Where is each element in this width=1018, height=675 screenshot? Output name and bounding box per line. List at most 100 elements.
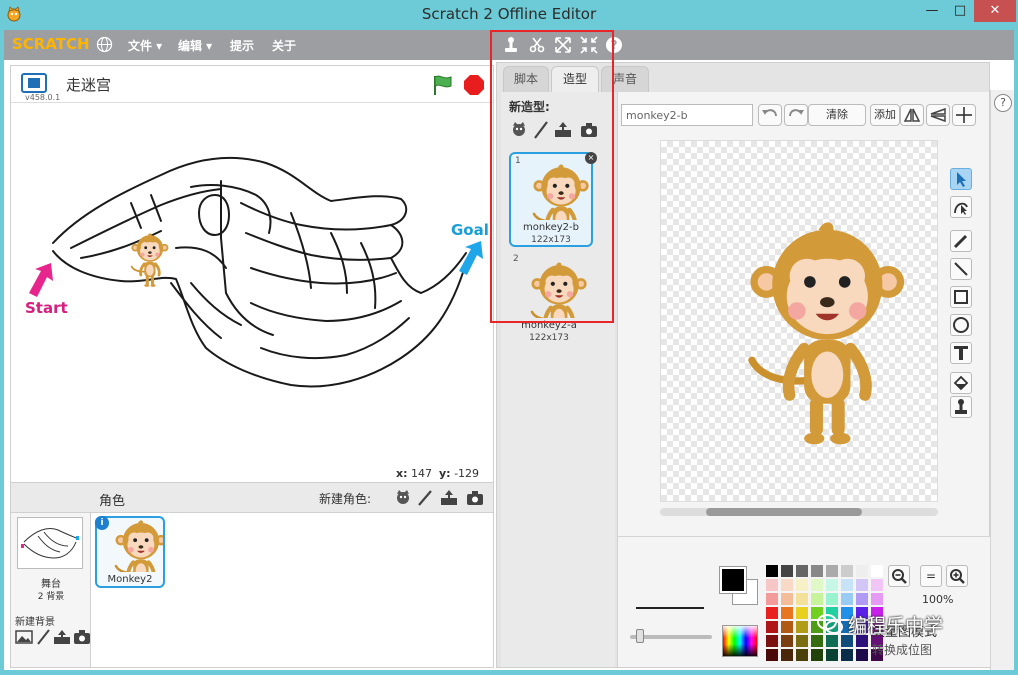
color-swatch[interactable] bbox=[796, 621, 808, 633]
tab-sounds[interactable]: 声音 bbox=[601, 66, 649, 92]
delete-costume-icon[interactable]: × bbox=[585, 152, 597, 164]
color-swatch[interactable] bbox=[781, 565, 793, 577]
zoom-in-icon[interactable] bbox=[946, 565, 968, 587]
color-swatch[interactable] bbox=[796, 579, 808, 591]
menu-tips[interactable]: 提示 bbox=[230, 37, 254, 54]
color-swatch[interactable] bbox=[781, 621, 793, 633]
ellipse-tool-icon[interactable] bbox=[950, 314, 972, 336]
color-swatch[interactable] bbox=[796, 565, 808, 577]
redo-icon[interactable] bbox=[784, 104, 808, 126]
convert-to-bitmap-button[interactable]: 转换成位图 bbox=[872, 641, 932, 658]
camera-costume-icon[interactable] bbox=[579, 120, 599, 140]
close-button[interactable]: ✕ bbox=[974, 0, 1016, 22]
color-swatch[interactable] bbox=[781, 579, 793, 591]
zoom-out-icon[interactable] bbox=[888, 565, 910, 587]
color-swatch[interactable] bbox=[826, 649, 838, 661]
sprite-tile-monkey2[interactable]: i Monkey2 bbox=[95, 516, 169, 596]
menu-file[interactable]: 文件 ▾ bbox=[128, 37, 162, 54]
costume-tile-2[interactable]: 2 monkey2-a 122x173 bbox=[509, 252, 593, 347]
sprite-library-icon[interactable] bbox=[393, 488, 413, 508]
costume-tile-1[interactable]: 1 × monkey2-b 122x173 bbox=[509, 152, 597, 247]
select-tool-icon[interactable] bbox=[950, 168, 972, 190]
flip-horizontal-icon[interactable] bbox=[900, 104, 924, 126]
reshape-tool-icon[interactable] bbox=[950, 196, 972, 218]
costume-library-icon[interactable] bbox=[509, 120, 529, 140]
flip-vertical-icon[interactable] bbox=[926, 104, 950, 126]
info-icon[interactable]: i bbox=[95, 516, 109, 530]
color-swatch[interactable] bbox=[871, 593, 883, 605]
color-swatch[interactable] bbox=[766, 649, 778, 661]
stage-canvas[interactable]: Start Goal bbox=[11, 102, 493, 464]
color-swatch[interactable] bbox=[871, 565, 883, 577]
scrollbar-thumb[interactable] bbox=[706, 508, 862, 516]
color-swatch[interactable] bbox=[781, 607, 793, 619]
add-button[interactable]: 添加 bbox=[870, 104, 900, 126]
stamp-tool-icon[interactable] bbox=[950, 396, 972, 418]
fill-tool-icon[interactable] bbox=[950, 372, 972, 394]
color-swatch[interactable] bbox=[856, 649, 868, 661]
color-swatch[interactable] bbox=[781, 635, 793, 647]
color-swatch[interactable] bbox=[811, 579, 823, 591]
duplicate-stamp-icon[interactable] bbox=[502, 36, 520, 54]
help-icon[interactable]: ? bbox=[606, 37, 622, 53]
color-swatch[interactable] bbox=[796, 635, 808, 647]
stop-icon[interactable] bbox=[463, 74, 485, 96]
zoom-reset-button[interactable]: = bbox=[920, 565, 942, 587]
stage-thumbnail[interactable] bbox=[17, 517, 83, 569]
costume-name-input[interactable] bbox=[621, 104, 753, 126]
cut-scissors-icon[interactable] bbox=[528, 36, 546, 54]
upload-backdrop-icon[interactable] bbox=[53, 629, 71, 645]
color-swatch[interactable] bbox=[871, 579, 883, 591]
line-tool-icon[interactable] bbox=[950, 258, 972, 280]
grow-icon[interactable] bbox=[554, 36, 572, 54]
rectangle-tool-icon[interactable] bbox=[950, 286, 972, 308]
fullscreen-icon[interactable] bbox=[21, 73, 47, 93]
color-swatch[interactable] bbox=[826, 635, 838, 647]
undo-icon[interactable] bbox=[758, 104, 782, 126]
project-title[interactable]: 走迷宫 bbox=[66, 74, 111, 95]
upload-costume-icon[interactable] bbox=[553, 120, 573, 140]
color-swatch[interactable] bbox=[811, 565, 823, 577]
camera-backdrop-icon[interactable] bbox=[73, 629, 91, 645]
set-center-icon[interactable] bbox=[952, 104, 976, 126]
color-swatch[interactable] bbox=[841, 579, 853, 591]
color-swatch[interactable] bbox=[826, 565, 838, 577]
color-swatch[interactable] bbox=[766, 635, 778, 647]
paint-backdrop-icon[interactable] bbox=[35, 629, 53, 645]
color-picker-gradient[interactable] bbox=[722, 625, 758, 657]
color-swatch[interactable] bbox=[766, 579, 778, 591]
color-swatch[interactable] bbox=[781, 649, 793, 661]
paint-brush-icon[interactable] bbox=[415, 488, 435, 508]
green-flag-icon[interactable] bbox=[431, 74, 455, 96]
primary-color-swatch[interactable] bbox=[719, 566, 747, 594]
menu-edit[interactable]: 编辑 ▾ bbox=[178, 37, 212, 54]
paint-canvas[interactable] bbox=[660, 140, 938, 502]
color-swatch[interactable] bbox=[856, 593, 868, 605]
color-swatch[interactable] bbox=[826, 593, 838, 605]
tab-costumes[interactable]: 造型 bbox=[551, 66, 599, 92]
camera-icon[interactable] bbox=[465, 488, 485, 508]
color-swatch[interactable] bbox=[811, 593, 823, 605]
color-swatch[interactable] bbox=[856, 579, 868, 591]
clear-button[interactable]: 清除 bbox=[808, 104, 866, 126]
color-swatch[interactable] bbox=[796, 649, 808, 661]
color-swatch[interactable] bbox=[811, 649, 823, 661]
color-swatch[interactable] bbox=[796, 607, 808, 619]
color-swatch[interactable] bbox=[766, 621, 778, 633]
shrink-icon[interactable] bbox=[580, 36, 598, 54]
tab-scripts[interactable]: 脚本 bbox=[503, 66, 549, 92]
color-swatch[interactable] bbox=[766, 593, 778, 605]
color-swatch[interactable] bbox=[811, 635, 823, 647]
tips-help-icon[interactable]: ? bbox=[994, 94, 1012, 112]
color-swatch[interactable] bbox=[856, 565, 868, 577]
minimize-button[interactable]: — bbox=[918, 0, 946, 22]
color-swatch[interactable] bbox=[796, 593, 808, 605]
backdrop-library-icon[interactable] bbox=[15, 629, 33, 645]
maximize-button[interactable]: □ bbox=[946, 0, 974, 22]
menu-about[interactable]: 关于 bbox=[272, 37, 296, 54]
color-swatch[interactable] bbox=[841, 649, 853, 661]
globe-icon[interactable] bbox=[96, 36, 113, 53]
color-swatch[interactable] bbox=[766, 565, 778, 577]
upload-icon[interactable] bbox=[439, 488, 459, 508]
color-swatch[interactable] bbox=[826, 579, 838, 591]
